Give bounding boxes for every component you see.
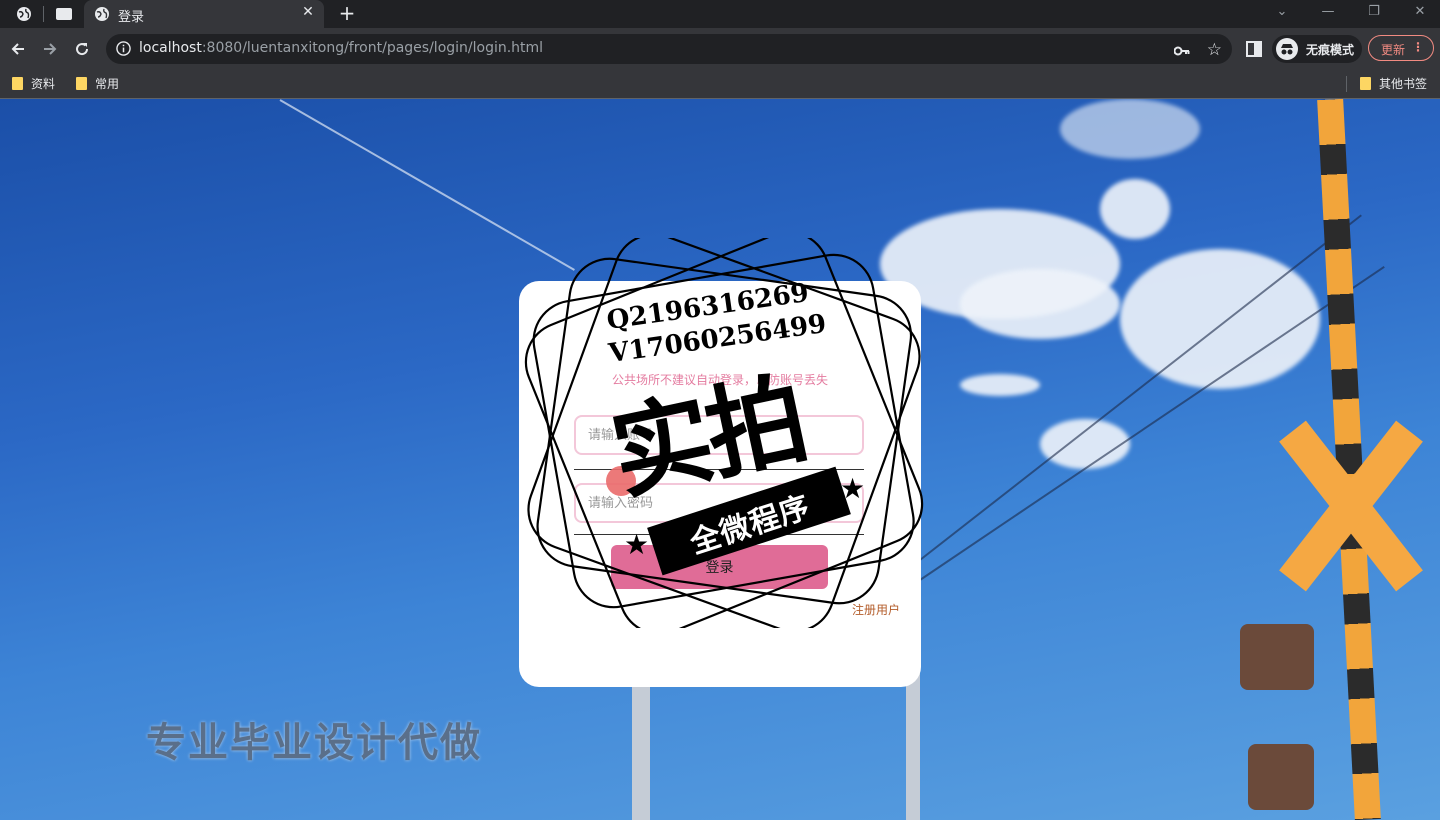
username-input[interactable] xyxy=(574,415,864,455)
update-button[interactable]: 更新 ⋮ xyxy=(1368,35,1434,61)
tab-group-icon[interactable] xyxy=(54,4,74,24)
login-button[interactable]: 登录 xyxy=(611,545,828,589)
url-path: :8080/luentanxitong/front/pages/login/lo… xyxy=(201,40,544,56)
side-panel-icon[interactable] xyxy=(1246,41,1262,61)
arrow-right-icon xyxy=(44,43,57,55)
tab-divider xyxy=(43,6,44,22)
close-icon[interactable]: ✕ xyxy=(300,4,316,20)
new-tab-button[interactable]: + xyxy=(336,2,358,24)
folder-icon xyxy=(76,77,87,90)
register-link[interactable]: 注册用户 xyxy=(852,601,900,618)
cursor-highlight xyxy=(606,466,636,496)
bookmark-folder-ziliao[interactable]: 资料 xyxy=(12,75,55,92)
contrail xyxy=(279,99,575,271)
url-host: localhost xyxy=(139,40,202,56)
tab-strip: 登录 ✕ + ⌄ — ❐ ✕ xyxy=(0,0,1440,28)
bookmark-folder-changyong[interactable]: 常用 xyxy=(76,75,119,92)
signal-light xyxy=(1240,624,1314,690)
incognito-icon xyxy=(1276,38,1298,60)
reload-button[interactable] xyxy=(70,37,94,61)
forward-button[interactable] xyxy=(38,37,62,61)
profile-label: 无痕模式 xyxy=(1306,43,1355,57)
login-card: 公共场所不建议自动登录，以防账号丢失 登录 注册用户 xyxy=(519,281,921,687)
url-text[interactable]: localhost:8080/luentanxitong/front/pages… xyxy=(139,40,543,56)
bookmarks-bar: 资料 常用 其他书签 xyxy=(0,70,1440,99)
cloud xyxy=(1060,99,1200,159)
close-window-icon[interactable]: ✕ xyxy=(1400,2,1440,22)
restore-icon[interactable]: ❐ xyxy=(1354,2,1394,22)
bookmark-label: 常用 xyxy=(95,77,120,91)
tab-title: 登录 xyxy=(118,10,145,25)
reload-icon xyxy=(76,43,89,56)
back-button[interactable] xyxy=(6,37,30,61)
address-bar[interactable]: localhost:8080/luentanxitong/front/pages… xyxy=(106,34,1232,64)
login-notice: 公共场所不建议自动登录，以防账号丢失 xyxy=(611,373,828,387)
bookmark-divider xyxy=(1346,76,1347,92)
key-icon[interactable] xyxy=(1173,42,1190,61)
watermark-text: 专业毕业设计代做 xyxy=(146,720,482,766)
update-label: 更新 xyxy=(1381,43,1406,57)
globe-icon[interactable] xyxy=(14,4,34,24)
other-bookmarks[interactable]: 其他书签 xyxy=(1360,75,1427,92)
signal-light xyxy=(1248,744,1314,810)
field-divider xyxy=(574,534,864,535)
tab-login[interactable]: 登录 ✕ xyxy=(84,0,324,28)
cloud xyxy=(1100,179,1170,239)
cloud xyxy=(960,374,1040,396)
minimize-icon[interactable]: — xyxy=(1308,2,1348,22)
globe-icon xyxy=(94,6,110,26)
chevron-down-icon[interactable]: ⌄ xyxy=(1262,2,1302,22)
star-icon[interactable]: ☆ xyxy=(1207,40,1222,60)
bookmark-label: 资料 xyxy=(31,77,56,91)
more-vert-icon: ⋮ xyxy=(1412,40,1424,54)
arrow-left-icon xyxy=(11,43,24,55)
folder-icon xyxy=(1360,77,1371,90)
cloud xyxy=(960,269,1120,339)
info-icon[interactable] xyxy=(116,41,131,60)
incognito-profile[interactable]: 无痕模式 xyxy=(1272,35,1362,63)
other-bookmarks-label: 其他书签 xyxy=(1379,77,1428,91)
cloud xyxy=(1040,419,1130,469)
folder-icon xyxy=(12,77,23,90)
login-page-background: 专业毕业设计代做 公共场所不建议自动登录，以防账号丢失 登录 注册用户 xyxy=(0,99,1440,820)
toolbar: localhost:8080/luentanxitong/front/pages… xyxy=(0,28,1440,70)
street-pole xyxy=(632,687,650,820)
